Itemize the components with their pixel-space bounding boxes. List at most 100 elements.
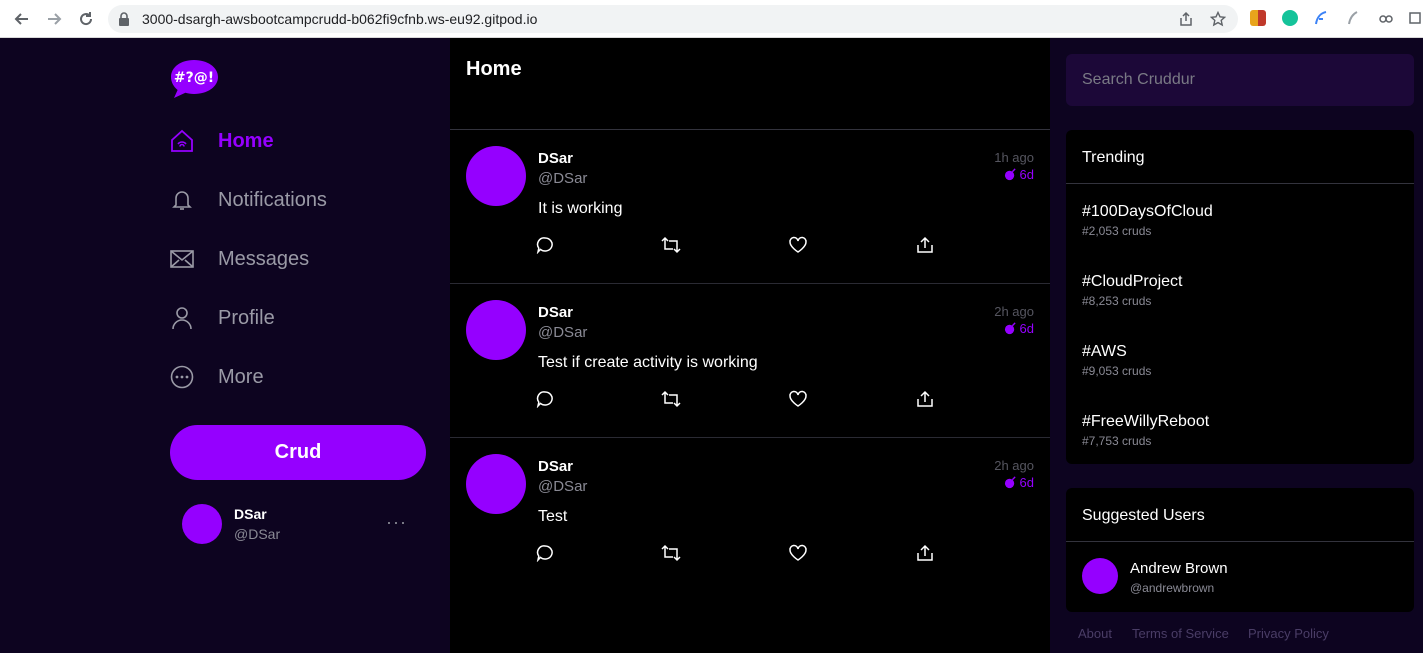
avatar (182, 504, 222, 544)
activity-actions (534, 542, 934, 564)
avatar[interactable] (466, 454, 526, 514)
trending-tag[interactable]: #FreeWillyReboot (1082, 413, 1209, 431)
profile-handle: @DSar (234, 526, 281, 542)
trending-count: #7,753 cruds (1082, 434, 1152, 448)
like-icon[interactable] (787, 388, 809, 410)
logo[interactable]: #?@! (170, 58, 220, 100)
trending-title: Trending (1082, 149, 1145, 166)
activity-handle[interactable]: @DSar (538, 478, 587, 495)
menu-item-label: Messages (218, 247, 310, 270)
expires-label: 6d (1019, 475, 1034, 490)
reply-icon[interactable] (534, 542, 556, 564)
page-title: Home (466, 58, 522, 80)
repost-icon[interactable] (660, 388, 682, 410)
crud-button[interactable]: Crud (170, 425, 426, 480)
share-icon[interactable] (914, 542, 936, 564)
menu-item-home[interactable]: Home (170, 121, 274, 161)
activity-message: Test (538, 508, 568, 525)
trending-tag[interactable]: #100DaysOfCloud (1082, 203, 1213, 221)
browser-toolbar: 3000-dsargh-awsbootcampcrudd-b062fi9cfnb… (0, 0, 1423, 38)
activity-expires: 6d (1004, 475, 1034, 490)
feather-icon[interactable] (1313, 10, 1329, 26)
divider (1066, 183, 1414, 184)
menu-item-label: Notifications (218, 188, 327, 211)
forward-icon[interactable] (44, 9, 64, 29)
trending-count: #2,053 cruds (1082, 224, 1152, 238)
footer-link-privacy[interactable]: Privacy Policy (1248, 626, 1329, 641)
activity-time: 2h ago (994, 458, 1034, 473)
trending-count: #9,053 cruds (1082, 364, 1152, 378)
menu-item-more[interactable]: More (170, 357, 264, 397)
like-icon[interactable] (787, 542, 809, 564)
activity-handle[interactable]: @DSar (538, 324, 587, 341)
expires-label: 6d (1019, 167, 1034, 182)
suggested-users-title: Suggested Users (1082, 507, 1205, 524)
share-icon[interactable] (914, 234, 936, 256)
back-icon[interactable] (12, 9, 32, 29)
puzzle-icon[interactable] (1408, 10, 1423, 26)
profile-name: DSar (234, 506, 267, 522)
menu-item-label: Home (218, 129, 274, 152)
divider (1066, 541, 1414, 542)
trending-tag[interactable]: #AWS (1082, 343, 1127, 361)
cruddur-app: #?@! Home Notifications Messages Profile (0, 38, 1423, 653)
share-icon[interactable] (914, 388, 936, 410)
reply-icon[interactable] (534, 388, 556, 410)
activity-expires: 6d (1004, 167, 1034, 182)
logo-text: #?@! (174, 70, 214, 86)
suggested-user-name[interactable]: Andrew Brown (1130, 560, 1228, 577)
star-icon[interactable] (1210, 11, 1226, 27)
user-icon (170, 306, 194, 330)
activity-expires: 6d (1004, 321, 1034, 336)
footer-link-about[interactable]: About (1078, 626, 1112, 641)
right-sidebar: Trending #100DaysOfCloud #2,053 cruds #C… (1050, 38, 1423, 653)
like-icon[interactable] (787, 234, 809, 256)
avatar[interactable] (466, 300, 526, 360)
link-icon[interactable] (1378, 10, 1394, 26)
bomb-icon (1004, 168, 1016, 181)
reload-icon[interactable] (76, 9, 96, 29)
footer-link-terms[interactable]: Terms of Service (1132, 626, 1229, 641)
address-bar[interactable]: 3000-dsargh-awsbootcampcrudd-b062fi9cfnb… (108, 5, 1238, 33)
activity-handle[interactable]: @DSar (538, 170, 587, 187)
suggested-user-handle[interactable]: @andrewbrown (1130, 581, 1214, 595)
avatar[interactable] (1082, 558, 1118, 594)
menu-item-notifications[interactable]: Notifications (170, 180, 327, 220)
trending-tag[interactable]: #CloudProject (1082, 273, 1183, 291)
grammarly-icon[interactable] (1282, 10, 1298, 26)
activity-item[interactable]: DSar @DSar Test 2h ago 6d (450, 438, 1050, 592)
menu-item-label: More (218, 365, 264, 388)
profile-card[interactable]: DSar @DSar ··· (182, 504, 422, 546)
activity-item[interactable]: DSar @DSar Test if create activity is wo… (450, 284, 1050, 438)
reply-icon[interactable] (534, 234, 556, 256)
activity-display-name[interactable]: DSar (538, 150, 573, 167)
pen-icon[interactable] (1345, 10, 1361, 26)
profile-more-icon[interactable]: ··· (386, 512, 407, 533)
expires-label: 6d (1019, 321, 1034, 336)
share-icon[interactable] (1178, 11, 1194, 27)
url-text: 3000-dsargh-awsbootcampcrudd-b062fi9cfnb… (142, 11, 538, 27)
lock-icon (119, 12, 129, 26)
search-input[interactable] (1066, 54, 1414, 106)
repost-icon[interactable] (660, 542, 682, 564)
menu-item-messages[interactable]: Messages (170, 239, 309, 279)
left-sidebar: #?@! Home Notifications Messages Profile (0, 38, 450, 653)
envelope-icon (170, 247, 194, 271)
trending-box: Trending #100DaysOfCloud #2,053 cruds #C… (1066, 130, 1414, 464)
avatar[interactable] (466, 146, 526, 206)
repost-icon[interactable] (660, 234, 682, 256)
activity-message: Test if create activity is working (538, 354, 758, 371)
menu-item-profile[interactable]: Profile (170, 298, 275, 338)
bell-icon (170, 188, 194, 212)
bomb-icon (1004, 476, 1016, 489)
activity-actions (534, 388, 934, 410)
bomb-icon (1004, 322, 1016, 335)
ellipsis-circle-icon (170, 365, 194, 389)
activity-display-name[interactable]: DSar (538, 304, 573, 321)
activity-time: 2h ago (994, 304, 1034, 319)
activity-item[interactable]: DSar @DSar It is working 1h ago 6d (450, 130, 1050, 284)
activity-message: It is working (538, 200, 623, 217)
activity-actions (534, 234, 934, 256)
extension-grid-icon[interactable] (1250, 10, 1266, 26)
activity-display-name[interactable]: DSar (538, 458, 573, 475)
